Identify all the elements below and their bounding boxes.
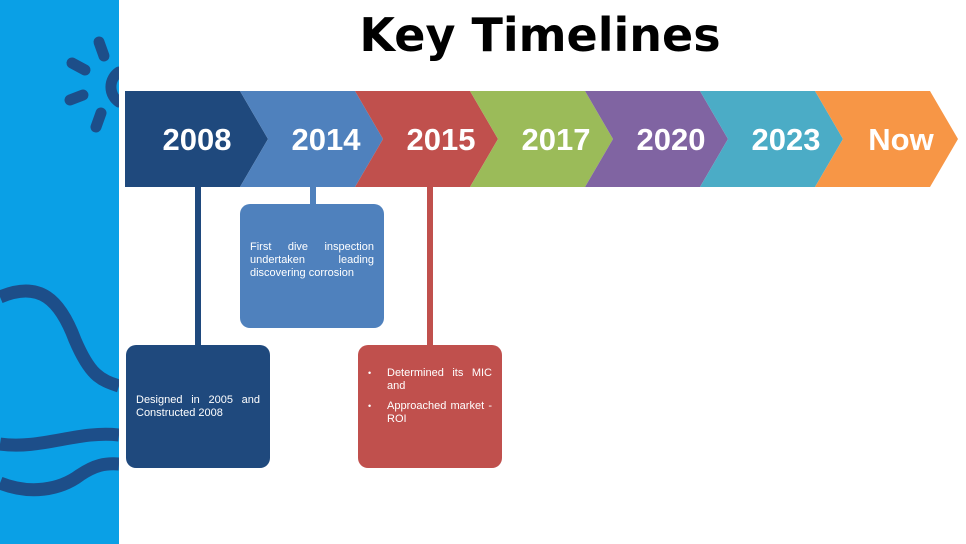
connector-2015 — [427, 186, 433, 346]
event-text-2008: Designed in 2005 and Constructed 2008 — [136, 393, 260, 419]
timeline-label-now: Now — [868, 122, 934, 157]
event-box-2015: Determined its MIC and Approached market… — [358, 345, 502, 468]
connector-2008 — [195, 186, 201, 346]
event-box-2014: First dive inspection undertaken leading… — [240, 204, 384, 328]
event-box-2008: Designed in 2005 and Constructed 2008 — [126, 345, 270, 468]
timeline-label-2017: 2017 — [522, 122, 591, 157]
timeline-label-2015: 2015 — [407, 122, 476, 157]
bullet-item: Approached market - ROI — [358, 400, 492, 426]
bullet-item: Determined its MIC and — [358, 367, 492, 393]
timeline-label-2008: 2008 — [163, 122, 232, 157]
connector-2014 — [310, 186, 316, 206]
timeline-label-2014: 2014 — [292, 122, 362, 157]
event-bullets-2015: Determined its MIC and Approached market… — [358, 367, 492, 433]
timeline-label-2023: 2023 — [752, 122, 821, 157]
event-text-2014: First dive inspection undertaken leading… — [250, 240, 374, 279]
timeline-label-2020: 2020 — [637, 122, 706, 157]
